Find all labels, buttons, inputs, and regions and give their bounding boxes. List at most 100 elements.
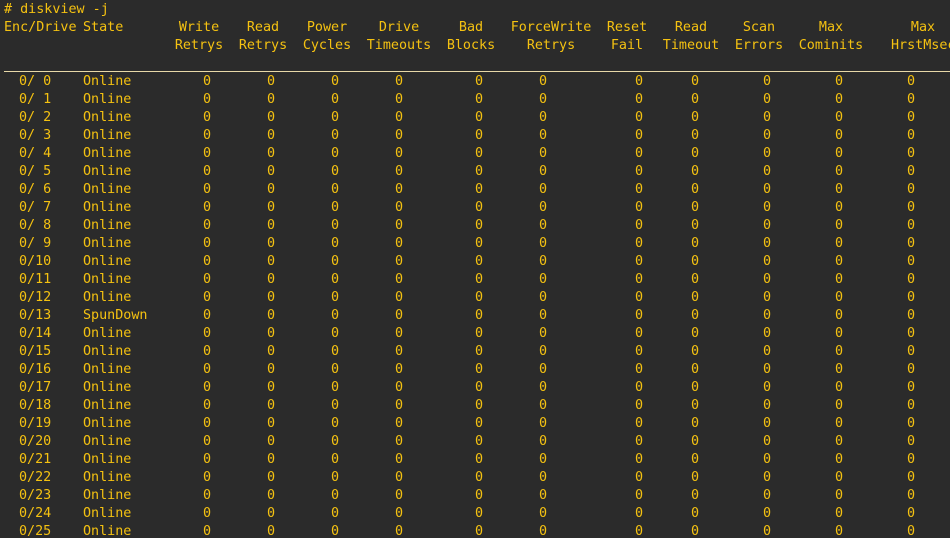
value-drive_timeouts: 0 (395, 434, 404, 449)
value-reset_fail: 0 (635, 110, 644, 125)
value-read_timeout: 0 (691, 146, 700, 161)
value-max_cominits: 0 (835, 434, 844, 449)
value-read_retrys: 0 (267, 92, 276, 107)
value-max_hrstmsecs: 0 (907, 128, 916, 143)
drive-id: 0/14 (19, 326, 52, 341)
value-reset_fail: 0 (635, 452, 644, 467)
value-max_hrstmsecs: 0 (907, 488, 916, 503)
value-write_retrys: 0 (203, 452, 212, 467)
value-forcewrite_retrys: 0 (539, 362, 548, 377)
value-read_retrys: 0 (267, 380, 276, 395)
value-bad_blocks: 0 (475, 470, 484, 485)
value-read_timeout: 0 (691, 326, 700, 341)
value-max_cominits: 0 (835, 308, 844, 323)
value-read_timeout: 0 (691, 398, 700, 413)
value-write_retrys: 0 (203, 506, 212, 521)
value-write_retrys: 0 (203, 524, 212, 538)
value-drive_timeouts: 0 (395, 290, 404, 305)
header-max_hrstmsecs-line2: HrstMsecs (891, 38, 950, 53)
value-read_timeout: 0 (691, 308, 700, 323)
value-power_cycles: 0 (331, 146, 340, 161)
value-max_cominits: 0 (835, 452, 844, 467)
table-row: 0/ 2 Online 0 0 0 0 0 0 0 0 0 0 0 (0, 109, 950, 127)
value-reset_fail: 0 (635, 308, 644, 323)
value-write_retrys: 0 (203, 308, 212, 323)
terminal-window[interactable]: # diskview -j Enc/Drive State Write Read Pow… (0, 0, 950, 538)
value-read_timeout: 0 (691, 380, 700, 395)
drive-id: 0/18 (19, 398, 52, 413)
value-reset_fail: 0 (635, 254, 644, 269)
value-read_timeout: 0 (691, 506, 700, 521)
drive-id: 0/16 (19, 362, 52, 377)
value-power_cycles: 0 (331, 164, 340, 179)
value-reset_fail: 0 (635, 218, 644, 233)
value-read_retrys: 0 (267, 524, 276, 538)
value-write_retrys: 0 (203, 128, 212, 143)
value-max_cominits: 0 (835, 182, 844, 197)
drive-state: Online (83, 272, 132, 287)
value-max_hrstmsecs: 0 (907, 290, 916, 305)
drive-state: Online (83, 254, 132, 269)
value-write_retrys: 0 (203, 164, 212, 179)
window-left-edge (0, 0, 3, 538)
value-read_timeout: 0 (691, 128, 700, 143)
value-drive_timeouts: 0 (395, 344, 404, 359)
value-write_retrys: 0 (203, 416, 212, 431)
value-read_retrys: 0 (267, 452, 276, 467)
value-scan_errors: 0 (763, 236, 772, 251)
value-max_hrstmsecs: 0 (907, 164, 916, 179)
value-power_cycles: 0 (331, 524, 340, 538)
value-max_cominits: 0 (835, 524, 844, 538)
value-forcewrite_retrys: 0 (539, 110, 548, 125)
value-write_retrys: 0 (203, 272, 212, 287)
value-max_hrstmsecs: 0 (907, 506, 916, 521)
value-drive_timeouts: 0 (395, 362, 404, 377)
value-drive_timeouts: 0 (395, 524, 404, 538)
table-row: 0/17 Online 0 0 0 0 0 0 0 0 0 0 0 (0, 379, 950, 397)
value-write_retrys: 0 (203, 398, 212, 413)
value-scan_errors: 0 (763, 290, 772, 305)
drive-id: 0/21 (19, 452, 52, 467)
value-max_hrstmsecs: 0 (907, 236, 916, 251)
drive-id: 0/23 (19, 488, 52, 503)
value-max_cominits: 0 (835, 380, 844, 395)
value-forcewrite_retrys: 0 (539, 434, 548, 449)
value-power_cycles: 0 (331, 128, 340, 143)
disk-table-body: 0/ 0 Online 0 0 0 0 0 0 0 0 0 0 0 0/ 1 Online 0 0 0 0 0 0 0 0 0… (0, 73, 950, 538)
drive-state: Online (83, 362, 132, 377)
drive-id: 0/ 9 (19, 236, 52, 251)
value-bad_blocks: 0 (475, 74, 484, 89)
value-max_hrstmsecs: 0 (907, 272, 916, 287)
value-forcewrite_retrys: 0 (539, 344, 548, 359)
value-reset_fail: 0 (635, 92, 644, 107)
value-bad_blocks: 0 (475, 344, 484, 359)
value-reset_fail: 0 (635, 272, 644, 287)
header-read_retrys-line1: Read (246, 20, 280, 35)
value-forcewrite_retrys: 0 (539, 74, 548, 89)
drive-state: Online (83, 470, 132, 485)
value-scan_errors: 0 (763, 74, 772, 89)
value-forcewrite_retrys: 0 (539, 200, 548, 215)
value-drive_timeouts: 0 (395, 470, 404, 485)
value-power_cycles: 0 (331, 506, 340, 521)
drive-id: 0/ 5 (19, 164, 52, 179)
value-max_cominits: 0 (835, 74, 844, 89)
drive-id: 0/11 (19, 272, 52, 287)
value-read_timeout: 0 (691, 344, 700, 359)
value-max_hrstmsecs: 0 (907, 200, 916, 215)
drive-id: 0/20 (19, 434, 52, 449)
drive-state: Online (83, 182, 132, 197)
value-max_cominits: 0 (835, 110, 844, 125)
value-scan_errors: 0 (763, 272, 772, 287)
drive-id: 0/15 (19, 344, 52, 359)
value-reset_fail: 0 (635, 290, 644, 305)
value-read_retrys: 0 (267, 434, 276, 449)
value-bad_blocks: 0 (475, 92, 484, 107)
value-max_cominits: 0 (835, 236, 844, 251)
value-power_cycles: 0 (331, 74, 340, 89)
value-power_cycles: 0 (331, 362, 340, 377)
value-read_retrys: 0 (267, 488, 276, 503)
value-max_hrstmsecs: 0 (907, 110, 916, 125)
value-forcewrite_retrys: 0 (539, 164, 548, 179)
header-read_retrys-line2: Retrys (238, 38, 288, 53)
